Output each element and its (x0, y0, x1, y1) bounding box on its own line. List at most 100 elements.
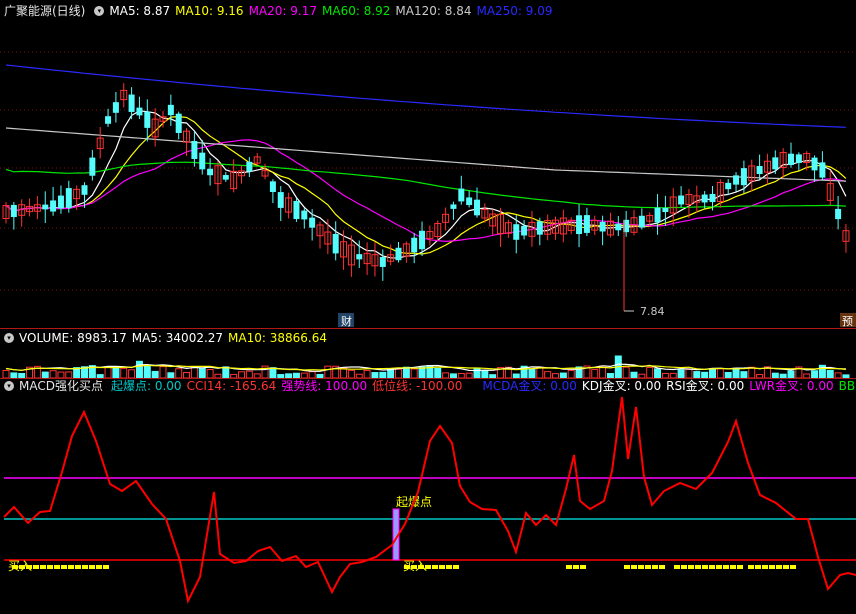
candle-body (788, 153, 794, 165)
candle-body (395, 247, 402, 261)
buy-signal-dash (103, 565, 109, 569)
buy-signal-dash (54, 565, 60, 569)
candle-body (756, 165, 763, 175)
candle-body (105, 116, 112, 124)
candle-body (733, 175, 740, 185)
ma250-readout: MA250: 9.09 (476, 3, 553, 18)
volume-header: ▾ VOLUME: 8983.17 MA5: 34002.27 MA10: 38… (0, 329, 332, 346)
candle-body (419, 230, 426, 250)
price-chart[interactable]: 7.84 财 预 (0, 0, 856, 328)
buy-signal-dash (573, 565, 579, 569)
finance-report-marker[interactable]: 财 (341, 314, 352, 328)
candle-body (50, 200, 57, 212)
buy-signal-dash (790, 565, 796, 569)
price-panel[interactable]: 广聚能源(日线) ▾ MA5: 8.87 MA10: 9.16 MA20: 9.… (0, 0, 856, 328)
indicator-header: ▾ MACD强化买点 起爆点: 0.00 CCI14: -165.64 强势线:… (0, 377, 856, 394)
ma10-readout: MA10: 9.16 (175, 3, 244, 18)
candle-body (356, 254, 363, 260)
candle-body (576, 215, 583, 235)
indicator-chart[interactable]: 起爆点 买入 买入 (0, 379, 856, 614)
buy-signal-dash (695, 565, 701, 569)
buy-signal-dash (681, 565, 687, 569)
buy-signal-dash (68, 565, 74, 569)
candle-body (819, 162, 826, 178)
buy-signal-dash (566, 565, 572, 569)
buy-signal-dash (769, 565, 775, 569)
candle-body (128, 94, 135, 112)
candle-body (81, 185, 88, 195)
buy-label-1: 买入 (8, 559, 32, 573)
buy-signal-dash (638, 565, 644, 569)
buy-signal-dash (432, 565, 438, 569)
candle-body (301, 210, 308, 220)
candle-body (332, 233, 339, 254)
volume-panel[interactable]: ▾ VOLUME: 8983.17 MA5: 34002.27 MA10: 38… (0, 329, 856, 378)
volume-bar (135, 360, 143, 378)
candle-body (167, 104, 174, 116)
indicator-panel[interactable]: ▾ MACD强化买点 起爆点: 0.00 CCI14: -165.64 强势线:… (0, 379, 856, 614)
lwr-readout: LWR金叉: 0.00 (749, 379, 834, 393)
candle-body (795, 154, 802, 163)
buy-signal-dash (89, 565, 95, 569)
buy-label-2: 买入 (403, 559, 427, 573)
candle-body (191, 141, 198, 159)
buy-signal-dash (730, 565, 736, 569)
settings-icon[interactable]: ▾ (94, 5, 105, 16)
buy-signal-dash (446, 565, 452, 569)
bbi-readout: BBI金叉 (838, 379, 856, 393)
buy-signal-dash (439, 565, 445, 569)
candle-body (740, 168, 747, 186)
candle-body (521, 225, 528, 236)
candle-body (144, 111, 151, 128)
indicator-name: MACD强化买点 (19, 379, 103, 393)
buy-signal-dash (748, 565, 754, 569)
settings-icon[interactable]: ▾ (4, 380, 14, 391)
buy-signal-dash (716, 565, 722, 569)
buy-signal-dash (783, 565, 789, 569)
buy-signal-dash (96, 565, 102, 569)
buy-signal-dash (40, 565, 46, 569)
candle-body (513, 224, 520, 240)
candle-body (701, 194, 708, 203)
candle-body (379, 257, 386, 267)
buy-signal-dash (47, 565, 53, 569)
candle-body (709, 193, 716, 203)
ma5-readout: MA5: 8.87 (109, 3, 171, 18)
candle-body (474, 199, 480, 216)
candle-body (411, 237, 418, 253)
low-price-label: 7.84 (640, 305, 665, 318)
buy-signal-dash (737, 565, 743, 569)
buy-signal-dash (33, 565, 39, 569)
buy-signal-dash (652, 565, 658, 569)
buy-signal-dash (688, 565, 694, 569)
buy-signal-dash (580, 565, 586, 569)
candle-body (638, 215, 645, 228)
candle-body (725, 182, 732, 190)
low-line-readout: 低位线: -100.00 (372, 379, 463, 393)
candle-body (811, 157, 818, 171)
buy-signal-dash (645, 565, 651, 569)
candle-body (654, 207, 661, 223)
volume-ma10-readout: MA10: 38866.64 (228, 330, 327, 345)
candle-body (662, 207, 669, 213)
candle-body (599, 221, 606, 232)
candle-body (678, 195, 685, 205)
candle-body (57, 195, 64, 209)
candle-body (309, 217, 316, 228)
candle-body (615, 223, 622, 231)
rsi-readout: RSI金叉: 0.00 (666, 379, 745, 393)
buy-signal-dash (453, 565, 459, 569)
candle-body (65, 188, 72, 208)
buy-signal-dash (674, 565, 680, 569)
buy-signal-dash (61, 565, 67, 569)
forecast-marker[interactable]: 预 (842, 315, 853, 328)
buy-signal-dash (82, 565, 88, 569)
buy-signal-dash (776, 565, 782, 569)
buy-signal-dash (723, 565, 729, 569)
candle-body (136, 107, 143, 116)
settings-icon[interactable]: ▾ (4, 332, 14, 343)
candle-body (835, 208, 842, 220)
candle-body (89, 157, 96, 176)
cci-readout: CCI14: -165.64 (186, 378, 277, 393)
candle-body (466, 197, 473, 206)
